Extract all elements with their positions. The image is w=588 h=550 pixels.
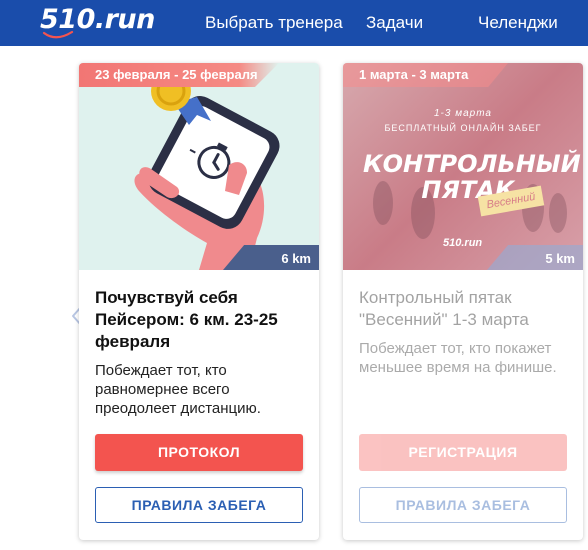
- register-button[interactable]: РЕГИСТРАЦИЯ: [359, 434, 567, 471]
- phone-stopwatch-medal-icon: [134, 71, 280, 270]
- race-card-image: 23 февраля - 25 февраля 6 km: [79, 63, 319, 270]
- nav-tasks[interactable]: Задачи: [366, 13, 423, 33]
- poster-logo: 510.run: [443, 237, 483, 249]
- race-card: 1-3 марта БЕСПЛАТНЫЙ ОНЛАЙН ЗАБЕГ КОНТРО…: [343, 63, 583, 540]
- race-title: Почувствуй себя Пейсером: 6 км. 23-25 фе…: [95, 288, 278, 351]
- race-rules-button[interactable]: ПРАВИЛА ЗАБЕГА: [95, 487, 303, 523]
- race-poster-image: 1-3 марта БЕСПЛАТНЫЙ ОНЛАЙН ЗАБЕГ КОНТРО…: [343, 63, 583, 270]
- protocol-button[interactable]: ПРОТОКОЛ: [95, 434, 303, 471]
- logo-swoosh-icon: [42, 30, 74, 39]
- nav-choose-coach[interactable]: Выбрать тренера: [205, 13, 343, 33]
- race-description: Побеждает тот, кто равномернее всего пре…: [95, 362, 261, 417]
- top-nav-bar: 510.run Выбрать тренера Задачи Челенджи: [0, 0, 588, 46]
- race-description: Побеждает тот, кто покажет меньшее время…: [359, 340, 557, 376]
- race-rules-button[interactable]: ПРАВИЛА ЗАБЕГА: [359, 487, 567, 523]
- race-title: Контрольный пятак "Весенний" 1-3 марта: [359, 288, 529, 329]
- site-logo[interactable]: 510.run: [40, 4, 155, 40]
- race-dates: 1 марта - 3 марта: [343, 63, 508, 87]
- poster-date: 1-3 марта: [434, 108, 492, 119]
- poster-subtitle: БЕСПЛАТНЫЙ ОНЛАЙН ЗАБЕГ: [384, 123, 542, 133]
- race-card: 23 февраля - 25 февраля 6 km Почувствуй …: [79, 63, 319, 540]
- nav-challenges[interactable]: Челенджи: [478, 13, 558, 33]
- race-dates: 23 февраля - 25 февраля: [79, 63, 279, 87]
